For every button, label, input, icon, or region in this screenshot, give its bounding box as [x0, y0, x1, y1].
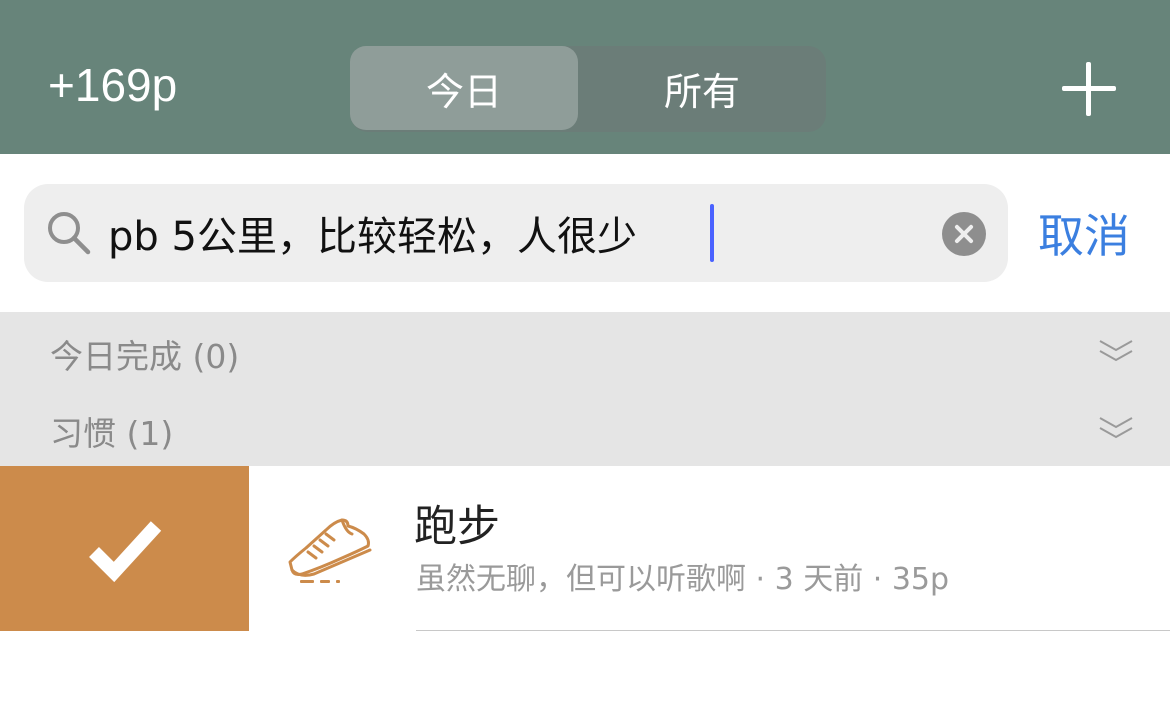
- item-subtitle: 虽然无聊，但可以听歌啊 · 3 天前 · 35p: [416, 562, 950, 597]
- double-chevron-down-icon[interactable]: [1098, 415, 1134, 441]
- section-header-today-completed[interactable]: 今日完成 (0): [0, 312, 1170, 389]
- tab-today[interactable]: 今日: [350, 46, 578, 130]
- search-bar: [24, 184, 1008, 282]
- top-bar: +169p 今日 所有: [0, 0, 1170, 154]
- search-icon: [48, 212, 91, 255]
- list-item[interactable]: 跑步 虽然无聊，但可以听歌啊 · 3 天前 · 35p: [0, 466, 1170, 631]
- points-counter: +169p: [48, 59, 178, 111]
- plus-icon[interactable]: [1062, 62, 1116, 116]
- section-header-habits[interactable]: 习惯 (1): [0, 389, 1170, 466]
- section-label: 习惯 (1): [50, 414, 174, 453]
- divider: [416, 630, 1170, 631]
- item-title: 跑步: [414, 502, 500, 552]
- running-shoe-icon: [288, 518, 372, 583]
- cancel-button[interactable]: 取消: [1038, 200, 1130, 266]
- text-caret: [710, 204, 714, 262]
- search-input[interactable]: [108, 204, 928, 262]
- double-chevron-down-icon[interactable]: [1098, 338, 1134, 364]
- checkmark-icon: [89, 521, 162, 583]
- section-label: 今日完成 (0): [50, 337, 240, 376]
- complete-button[interactable]: [0, 466, 249, 631]
- day-filter-segmented-control: 今日 所有: [350, 46, 826, 132]
- clear-icon[interactable]: [942, 212, 986, 256]
- tab-all[interactable]: 所有: [588, 46, 816, 130]
